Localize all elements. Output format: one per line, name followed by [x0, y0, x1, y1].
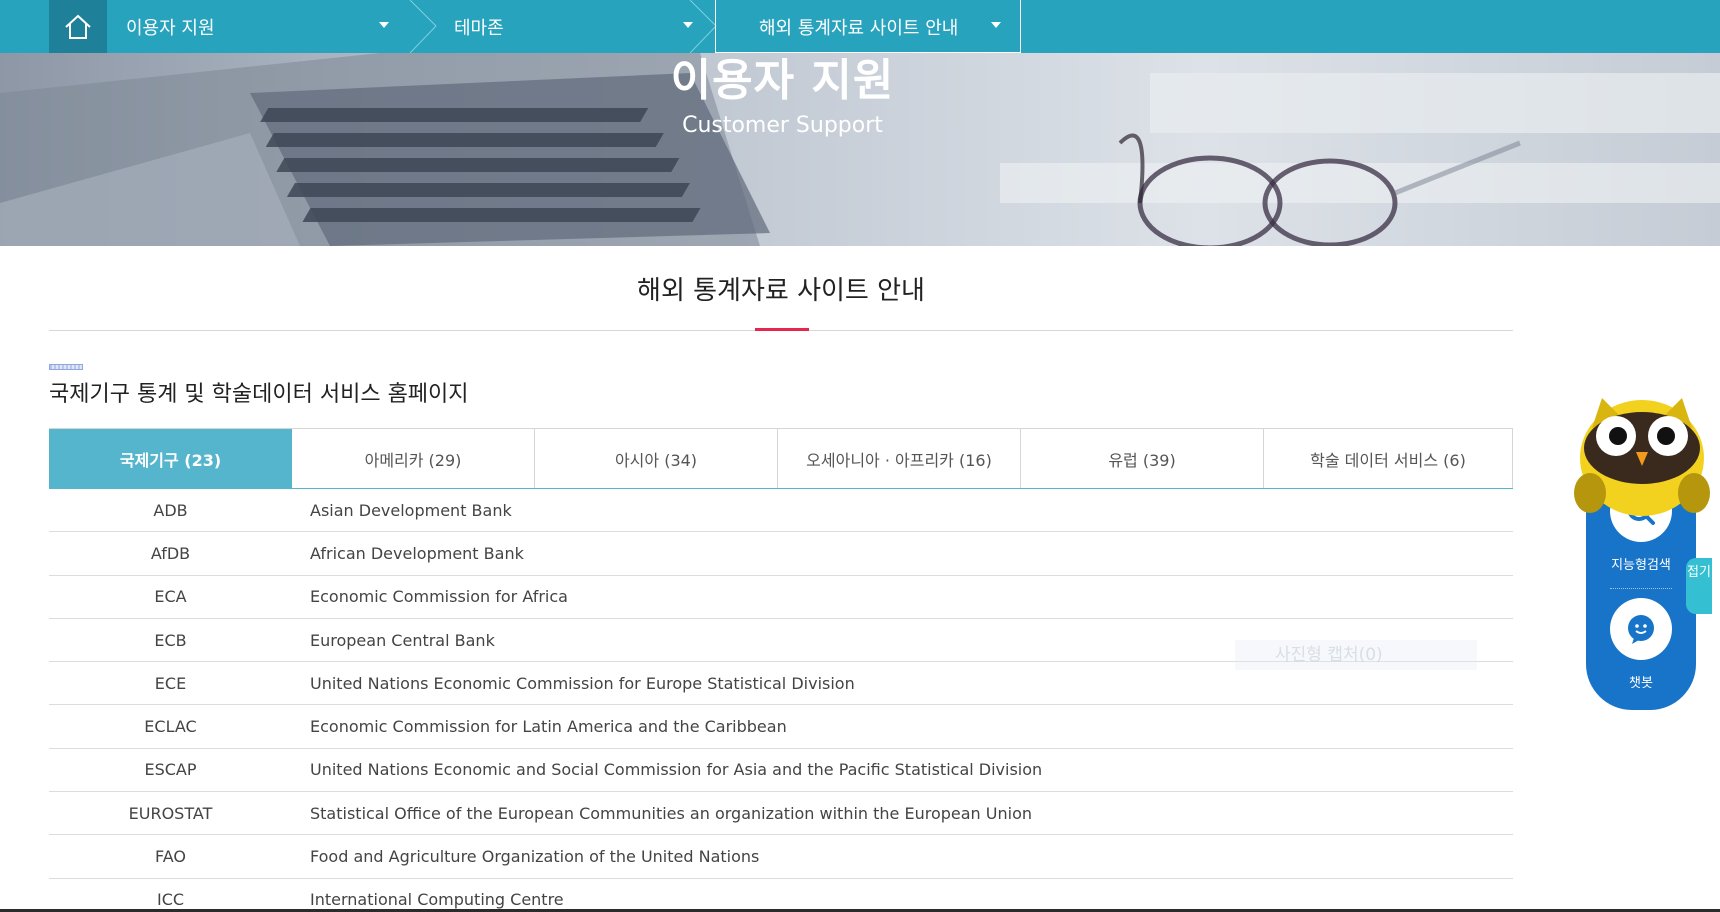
assistant-widget: 지능형검색 챗봇 접기 — [1572, 388, 1712, 718]
org-abbr: FAO — [155, 847, 186, 867]
table-row[interactable]: ADB Asian Development Bank — [49, 489, 1513, 533]
org-abbr: ECB — [154, 630, 187, 650]
org-name-link[interactable]: African Development Bank — [292, 544, 524, 563]
tab-america[interactable]: 아메리카 (29) — [292, 429, 535, 488]
table-row[interactable]: ECA Economic Commission for Africa — [49, 576, 1513, 619]
chevron-down-icon — [379, 22, 389, 28]
tab-academic-data[interactable]: 학술 데이터 서비스 (6) — [1264, 429, 1513, 488]
breadcrumb-separator — [689, 0, 717, 53]
banner-title: 이용자 지원 — [670, 55, 895, 106]
org-name-link[interactable]: Asian Development Bank — [292, 501, 512, 520]
org-name-link[interactable]: Economic Commission for Africa — [292, 587, 568, 606]
org-name-link[interactable]: International Computing Centre — [292, 890, 564, 909]
chatbot-button[interactable] — [1610, 598, 1672, 660]
section-marker — [49, 364, 83, 370]
breadcrumb-label: 테마존 — [454, 17, 504, 39]
chatbot-icon — [1628, 615, 1654, 644]
tab-europe[interactable]: 유럽 (39) — [1021, 429, 1264, 488]
org-abbr: ADB — [153, 500, 188, 520]
hero-banner: 이용자 지원 Customer Support — [0, 53, 1720, 246]
organization-table: ADB Asian Development Bank AfDB African … — [49, 489, 1513, 912]
page-title: 해외 통계자료 사이트 안내 — [637, 276, 925, 306]
org-abbr: EUROSTAT — [128, 803, 213, 823]
section-title: 국제기구 통계 및 학술데이터 서비스 홈페이지 — [49, 382, 469, 407]
org-abbr: ECLAC — [144, 717, 197, 737]
org-abbr: AfDB — [150, 543, 191, 563]
ghost-overlay-text: 사진형 캡처(0) — [1235, 640, 1477, 670]
org-abbr: ECA — [154, 587, 187, 607]
table-row[interactable]: ICC International Computing Centre — [49, 879, 1513, 912]
org-name-link[interactable]: United Nations Economic Commission for E… — [292, 674, 855, 693]
tab-international[interactable]: 국제기구 (23) — [49, 429, 292, 488]
widget-divider — [1610, 588, 1672, 589]
table-row[interactable]: FAO Food and Agriculture Organization of… — [49, 835, 1513, 879]
breadcrumb-separator — [409, 0, 437, 53]
fold-toggle[interactable]: 접기 — [1686, 558, 1712, 614]
table-row[interactable]: AfDB African Development Bank — [49, 532, 1513, 576]
table-row[interactable]: ECLAC Economic Commission for Latin Amer… — [49, 705, 1513, 749]
top-navigation: 이용자 지원 테마존 해외 통계자료 사이트 안내 — [0, 0, 1720, 53]
chatbot-label: 챗봇 — [1629, 676, 1653, 691]
smart-search-label: 지능형검색 — [1611, 558, 1671, 573]
home-icon — [65, 14, 91, 39]
breadcrumb-label: 이용자 지원 — [126, 17, 215, 39]
title-accent-bar — [755, 328, 809, 331]
breadcrumb-menu-1[interactable]: 이용자 지원 — [126, 0, 396, 53]
org-abbr: ICC — [156, 890, 185, 910]
chevron-down-icon — [991, 22, 1001, 28]
table-row[interactable]: EUROSTAT Statistical Office of the Europ… — [49, 792, 1513, 836]
table-row[interactable]: ESCAP United Nations Economic and Social… — [49, 749, 1513, 793]
org-abbr: ESCAP — [144, 760, 197, 780]
owl-mascot-icon — [1574, 398, 1710, 516]
org-name-link[interactable]: European Central Bank — [292, 631, 495, 650]
breadcrumb-label: 해외 통계자료 사이트 안내 — [759, 17, 959, 39]
org-name-link[interactable]: Economic Commission for Latin America an… — [292, 717, 787, 736]
banner-subtitle: Customer Support — [682, 113, 883, 138]
org-name-link[interactable]: United Nations Economic and Social Commi… — [292, 760, 1042, 779]
region-tabs: 국제기구 (23) 아메리카 (29) 아시아 (34) 오세아니아 · 아프리… — [49, 428, 1513, 489]
tab-oceania-africa[interactable]: 오세아니아 · 아프리카 (16) — [778, 429, 1021, 488]
page-heading: 해외 통계자료 사이트 안내 — [49, 246, 1513, 331]
org-name-link[interactable]: Statistical Office of the European Commu… — [292, 804, 1032, 823]
breadcrumb-menu-3[interactable]: 해외 통계자료 사이트 안내 — [759, 0, 1009, 53]
banner-title-group: 이용자 지원 Customer Support — [0, 53, 1565, 138]
tab-asia[interactable]: 아시아 (34) — [535, 429, 778, 488]
org-name-link[interactable]: Food and Agriculture Organization of the… — [292, 847, 759, 866]
breadcrumb-menu-2[interactable]: 테마존 — [454, 0, 704, 53]
org-abbr: ECE — [154, 673, 187, 693]
home-button[interactable] — [49, 0, 107, 53]
